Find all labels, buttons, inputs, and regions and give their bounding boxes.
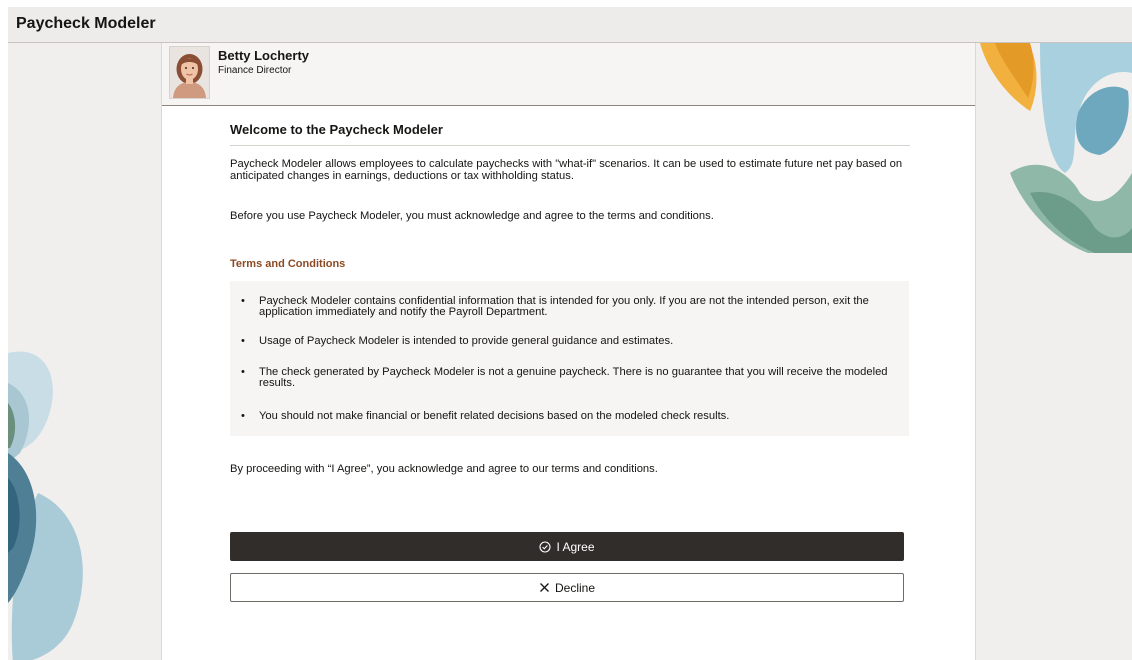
agree-button-label: I Agree	[556, 539, 595, 554]
main-card: Betty Locherty Finance Director Welcome …	[161, 43, 976, 660]
terms-item-text: You should not make financial or benefit…	[259, 410, 730, 422]
terms-heading: Terms and Conditions	[230, 258, 346, 270]
decline-button-label: Decline	[554, 580, 596, 595]
app-title: Paycheck Modeler	[16, 15, 156, 32]
user-job-title: Finance Director	[218, 65, 292, 76]
proceed-notice: By proceeding with “I Agree”, you acknow…	[230, 463, 658, 475]
terms-item-text: Usage of Paycheck Modeler is intended to…	[259, 335, 674, 347]
check-circle-icon	[539, 540, 552, 553]
terms-item-text: Paycheck Modeler contains confidential i…	[259, 295, 869, 318]
user-name: Betty Locherty	[218, 48, 310, 63]
profile-header: Betty Locherty Finance Director	[162, 43, 975, 106]
close-icon	[539, 582, 550, 593]
title-divider	[230, 145, 910, 146]
terms-item-text: The check generated by Paycheck Modeler …	[259, 366, 888, 389]
bullet-icon: •	[241, 335, 245, 347]
app-header: Paycheck Modeler	[8, 7, 1132, 43]
intro-text: Paycheck Modeler allows employees to cal…	[230, 158, 903, 182]
bullet-icon: •	[241, 295, 245, 307]
decline-button[interactable]: Decline	[230, 573, 904, 602]
bullet-icon: •	[241, 366, 245, 378]
bullet-icon: •	[241, 410, 245, 422]
agree-button[interactable]: I Agree	[230, 532, 904, 561]
avatar	[169, 46, 210, 99]
page-title: Welcome to the Paycheck Modeler	[230, 122, 443, 137]
user-photo-icon	[170, 47, 209, 98]
terms-box: • Paycheck Modeler contains confidential…	[230, 281, 909, 436]
acknowledge-notice: Before you use Paycheck Modeler, you mus…	[230, 210, 714, 222]
leaf-decoration-right	[980, 43, 1132, 253]
leaf-decoration-left	[8, 351, 83, 660]
